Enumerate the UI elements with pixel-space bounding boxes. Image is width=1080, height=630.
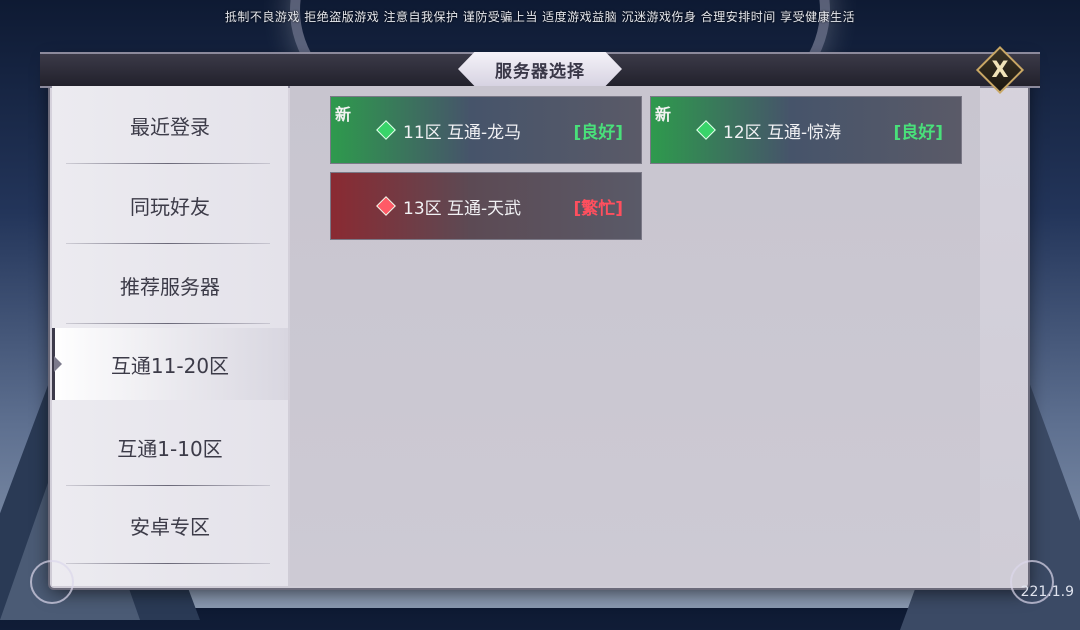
sidebar-item-label: 互通11-20区 [110,353,230,378]
server-status-gem-icon [376,196,396,216]
sidebar-item-android[interactable]: 安卓专区 [52,486,288,564]
divider [66,563,270,564]
divider [66,163,270,164]
new-badge: 新 [335,105,352,124]
server-status: [良好] [573,123,623,143]
server-name: 12区 互通-惊涛 [723,123,842,143]
server-card[interactable]: 新 12区 互通-惊涛 [良好] [650,96,962,164]
server-status-gem-icon [376,120,396,140]
corner-ornament [30,560,74,604]
server-name: 13区 互通-天武 [403,199,522,219]
close-icon: X [991,57,1009,83]
sidebar-item-recommended[interactable]: 推荐服务器 [52,246,288,324]
sidebar-item-label: 推荐服务器 [120,274,220,299]
dialog-title-badge: 服务器选择 [458,52,622,86]
server-status-gem-icon [696,120,716,140]
server-card[interactable]: 13区 互通-天武 [繁忙] [330,172,642,240]
sidebar-item-label: 最近登录 [130,114,210,139]
server-list: 新 11区 互通-龙马 [良好] 新 12区 互通-惊涛 [良好] 13区 互通… [290,86,980,586]
sidebar-item-label: 同玩好友 [130,194,210,219]
version-label: 221.1.9 [1020,584,1074,600]
server-status: [良好] [893,123,943,143]
divider [66,243,270,244]
sidebar-item-label: 安卓专区 [130,514,210,539]
server-status: [繁忙] [573,199,623,219]
close-button[interactable]: X [975,45,1025,95]
sidebar-item-interop-1-10[interactable]: 互通1-10区 [52,408,288,486]
server-category-sidebar: 最近登录 同玩好友 推荐服务器 互通11-20区 互通1-10区 安卓专区 [52,86,288,586]
divider [66,323,270,324]
sidebar-item-label: 互通1-10区 [117,436,223,461]
sidebar-item-recent-login[interactable]: 最近登录 [52,86,288,164]
health-notice: 抵制不良游戏 拒绝盗版游戏 注意自我保护 谨防受骗上当 适度游戏益脑 沉迷游戏伤… [224,10,856,24]
server-name: 11区 互通-龙马 [403,123,522,143]
new-badge: 新 [655,105,672,124]
dialog-title: 服务器选择 [495,61,585,82]
sidebar-item-interop-11-20[interactable]: 互通11-20区 [52,328,288,400]
selected-arrow-icon [54,356,62,372]
server-card[interactable]: 新 11区 互通-龙马 [良好] [330,96,642,164]
sidebar-item-friends[interactable]: 同玩好友 [52,166,288,244]
